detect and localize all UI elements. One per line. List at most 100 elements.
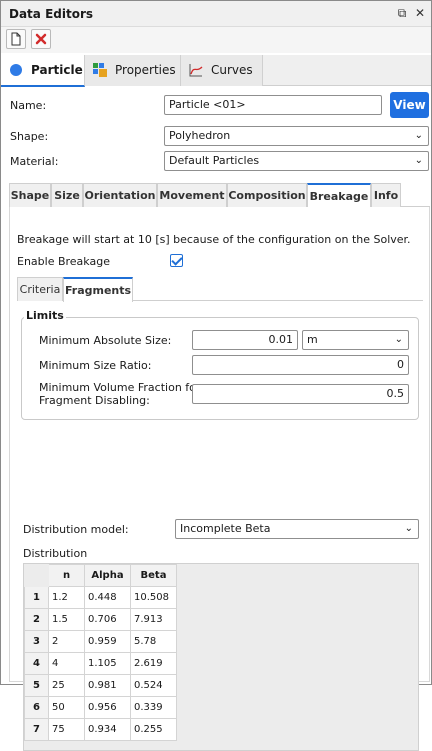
cell-alpha[interactable]: 0.934 <box>84 718 131 741</box>
cell-n[interactable]: 4 <box>48 652 85 675</box>
material-select-value: Default Particles <box>169 154 260 167</box>
min-size-ratio-input[interactable]: 0 <box>192 355 409 375</box>
delete-x-icon <box>35 33 47 45</box>
column-header-beta[interactable]: Beta <box>130 564 177 587</box>
cell-beta[interactable]: 0.255 <box>130 718 177 741</box>
window-title: Data Editors <box>9 7 94 21</box>
tab-criteria[interactable]: Criteria <box>17 277 63 301</box>
material-label: Material: <box>10 155 59 168</box>
tab-info[interactable]: Info <box>371 183 401 207</box>
cell-beta[interactable]: 7.913 <box>130 608 177 631</box>
title-bar: Data Editors ⧉ ✕ <box>1 1 431 27</box>
cell-beta[interactable]: 5.78 <box>130 630 177 653</box>
new-document-button[interactable] <box>6 29 26 49</box>
tab-particle[interactable]: Particle <box>1 55 85 87</box>
corner-cell <box>24 564 49 587</box>
table-row: 5 25 0.981 0.524 <box>24 674 177 697</box>
table-row: 2 1.5 0.706 7.913 <box>24 608 177 631</box>
name-input[interactable]: Particle <01> <box>164 95 382 115</box>
shape-select-value: Polyhedron <box>169 129 231 142</box>
chevron-down-icon: ⌄ <box>414 155 423 166</box>
row-header[interactable]: 5 <box>24 674 49 697</box>
table-row: 6 50 0.956 0.339 <box>24 696 177 719</box>
min-abs-size-input[interactable]: 0.01 <box>192 330 298 350</box>
cell-beta[interactable]: 0.524 <box>130 674 177 697</box>
name-label: Name: <box>10 99 47 112</box>
shape-select[interactable]: Polyhedron ⌄ <box>164 126 429 146</box>
chevron-down-icon: ⌄ <box>394 334 403 345</box>
row-header[interactable]: 2 <box>24 608 49 631</box>
table-header-row: n Alpha Beta <box>24 564 177 587</box>
tab-fragments[interactable]: Fragments <box>63 277 133 302</box>
cell-alpha[interactable]: 0.448 <box>84 586 131 609</box>
tab-curves[interactable]: Curves <box>181 55 263 86</box>
table-row: 1 1.2 0.448 10.508 <box>24 586 177 609</box>
main-tabs: Particle Properties Curves <box>1 55 431 87</box>
limits-group: Limits Minimum Absolute Size: 0.01 m ⌄ M… <box>21 309 419 420</box>
enable-breakage-checkbox[interactable] <box>170 254 183 267</box>
cell-alpha[interactable]: 0.706 <box>84 608 131 631</box>
distribution-table: n Alpha Beta 1 1.2 0.448 10.508 2 1.5 0.… <box>24 564 177 741</box>
chevron-down-icon: ⌄ <box>414 130 423 141</box>
restore-icon[interactable]: ⧉ <box>395 6 409 20</box>
min-vol-frac-input[interactable]: 0.5 <box>192 384 409 404</box>
distribution-label: Distribution <box>23 547 88 560</box>
enable-breakage-label: Enable Breakage <box>17 255 110 268</box>
cell-beta[interactable]: 2.619 <box>130 652 177 675</box>
material-select[interactable]: Default Particles ⌄ <box>164 151 429 171</box>
curves-chart-icon <box>189 64 203 77</box>
breakage-info-text: Breakage will start at 10 [s] because of… <box>17 233 411 246</box>
row-header[interactable]: 6 <box>24 696 49 719</box>
cell-n[interactable]: 75 <box>48 718 85 741</box>
view-button[interactable]: View <box>390 92 429 118</box>
breakage-inner-tabs: Criteria Fragments <box>17 277 423 302</box>
close-icon[interactable]: ✕ <box>413 6 427 20</box>
column-header-alpha[interactable]: Alpha <box>84 564 131 587</box>
row-header[interactable]: 4 <box>24 652 49 675</box>
cell-alpha[interactable]: 0.981 <box>84 674 131 697</box>
distribution-model-value: Incomplete Beta <box>180 522 271 535</box>
tab-properties-label: Properties <box>115 63 176 77</box>
row-header[interactable]: 3 <box>24 630 49 653</box>
cell-alpha[interactable]: 1.105 <box>84 652 131 675</box>
cell-n[interactable]: 50 <box>48 696 85 719</box>
data-editors-window: Data Editors ⧉ ✕ Particle Properties Cur… <box>0 0 432 751</box>
table-row: 4 4 1.105 2.619 <box>24 652 177 675</box>
chevron-down-icon: ⌄ <box>404 523 413 534</box>
table-row: 7 75 0.934 0.255 <box>24 718 177 741</box>
cell-n[interactable]: 2 <box>48 630 85 653</box>
min-size-ratio-label: Minimum Size Ratio: <box>39 359 152 372</box>
cell-beta[interactable]: 0.339 <box>130 696 177 719</box>
new-document-icon <box>11 32 21 46</box>
cell-alpha[interactable]: 0.959 <box>84 630 131 653</box>
row-header[interactable]: 7 <box>24 718 49 741</box>
tab-size[interactable]: Size <box>51 183 83 207</box>
row-header[interactable]: 1 <box>24 586 49 609</box>
min-vol-frac-label-line2: Fragment Disabling: <box>39 394 150 407</box>
properties-icon <box>93 63 107 77</box>
cell-n[interactable]: 1.2 <box>48 586 85 609</box>
column-header-n[interactable]: n <box>48 564 85 587</box>
delete-button[interactable] <box>31 29 51 49</box>
distribution-model-select[interactable]: Incomplete Beta ⌄ <box>175 519 419 539</box>
tab-shape[interactable]: Shape <box>9 183 51 207</box>
cell-n[interactable]: 25 <box>48 674 85 697</box>
tab-movement[interactable]: Movement <box>157 183 227 207</box>
tab-particle-label: Particle <box>31 63 83 77</box>
min-abs-size-label: Minimum Absolute Size: <box>39 334 172 347</box>
cell-beta[interactable]: 10.508 <box>130 586 177 609</box>
cell-n[interactable]: 1.5 <box>48 608 85 631</box>
min-abs-size-unit-select[interactable]: m ⌄ <box>302 330 409 350</box>
particle-editor: Name: Particle <01> View Shape: Polyhedr… <box>1 87 431 751</box>
tab-properties[interactable]: Properties <box>85 55 181 86</box>
shape-label: Shape: <box>10 130 49 143</box>
particle-circle-icon <box>10 64 22 76</box>
unit-select-value: m <box>307 333 318 346</box>
cell-alpha[interactable]: 0.956 <box>84 696 131 719</box>
tab-breakage[interactable]: Breakage <box>307 183 371 208</box>
toolbar <box>1 27 431 53</box>
tab-curves-label: Curves <box>211 63 253 77</box>
tab-orientation[interactable]: Orientation <box>83 183 157 207</box>
limits-title: Limits <box>24 309 66 322</box>
tab-composition[interactable]: Composition <box>227 183 307 207</box>
